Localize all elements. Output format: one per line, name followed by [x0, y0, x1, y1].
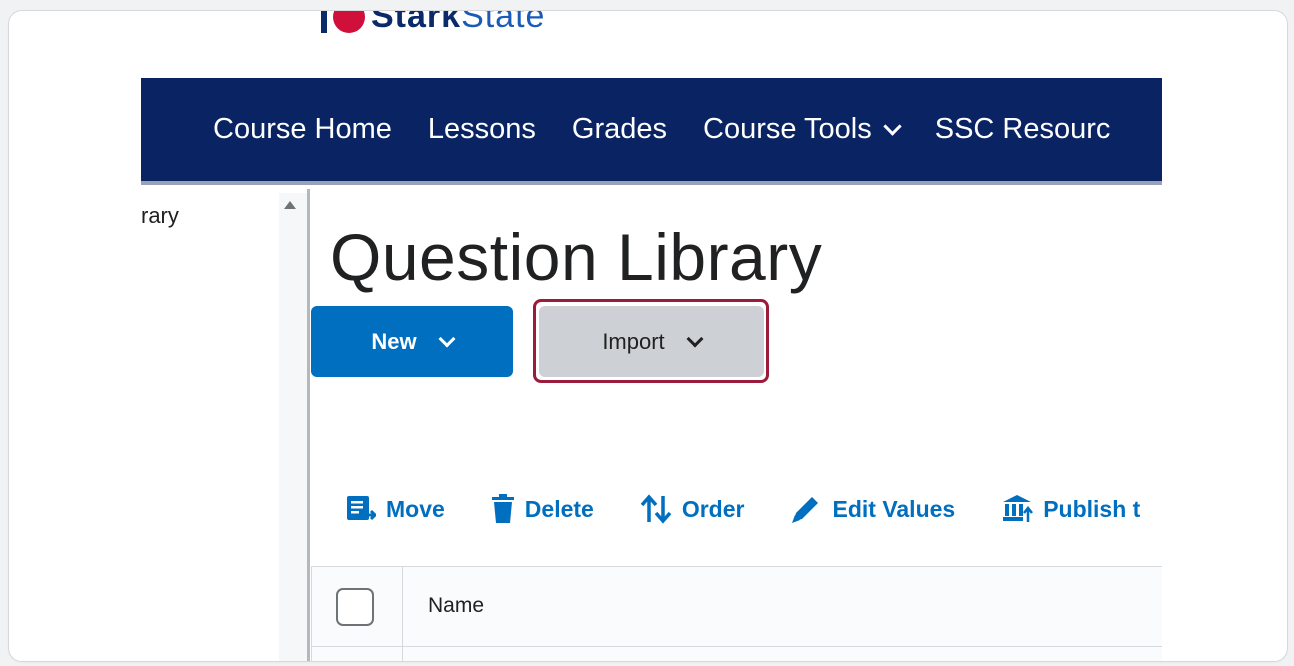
page-title: Question Library: [330, 220, 823, 294]
import-button[interactable]: Import: [539, 306, 764, 377]
school-logo[interactable]: StarkState: [321, 11, 545, 33]
sidebar-item-question-library[interactable]: rary: [141, 203, 179, 229]
scroll-up-arrow-icon[interactable]: [284, 201, 296, 209]
new-button[interactable]: New: [311, 306, 513, 377]
logo-mark-circle: [333, 11, 365, 33]
course-navbar: Course Home Lessons Grades Course Tools …: [141, 78, 1162, 185]
move-icon: [347, 496, 376, 521]
order-icon: [640, 494, 672, 524]
publish-icon: [1003, 495, 1034, 522]
trash-icon: [491, 494, 514, 523]
question-toolbar: Move Delete Order Edit Values Publish t: [346, 493, 1162, 525]
pencil-icon: [792, 497, 819, 523]
select-all-checkbox[interactable]: [336, 588, 374, 626]
browser-viewport: StarkState Course Home Lessons Grades Co…: [141, 11, 1162, 661]
order-button[interactable]: Order: [640, 494, 744, 524]
delete-button[interactable]: Delete: [491, 494, 594, 524]
nav-ssc-resources[interactable]: SSC Resourc: [935, 113, 1111, 146]
screenshot-frame: StarkState Course Home Lessons Grades Co…: [8, 10, 1288, 662]
column-header-name[interactable]: Name: [428, 594, 484, 618]
sidebar-scrollbar[interactable]: [279, 193, 307, 661]
publish-button[interactable]: Publish t: [1001, 494, 1140, 524]
nav-grades[interactable]: Grades: [572, 113, 667, 146]
edit-values-button[interactable]: Edit Values: [790, 493, 955, 525]
chevron-down-icon: [686, 330, 704, 347]
nav-course-tools[interactable]: Course Tools: [703, 113, 902, 146]
select-column: [312, 567, 403, 661]
questions-table: Name: [311, 566, 1162, 661]
panel-divider[interactable]: [307, 189, 310, 661]
nav-lessons[interactable]: Lessons: [428, 113, 536, 146]
nav-course-home[interactable]: Course Home: [213, 113, 392, 146]
logo-mark-bar: [321, 11, 327, 33]
move-button[interactable]: Move: [346, 495, 445, 523]
logo-wordmark: StarkState: [371, 11, 546, 35]
chevron-down-icon: [883, 117, 902, 136]
chevron-down-icon: [438, 330, 456, 347]
